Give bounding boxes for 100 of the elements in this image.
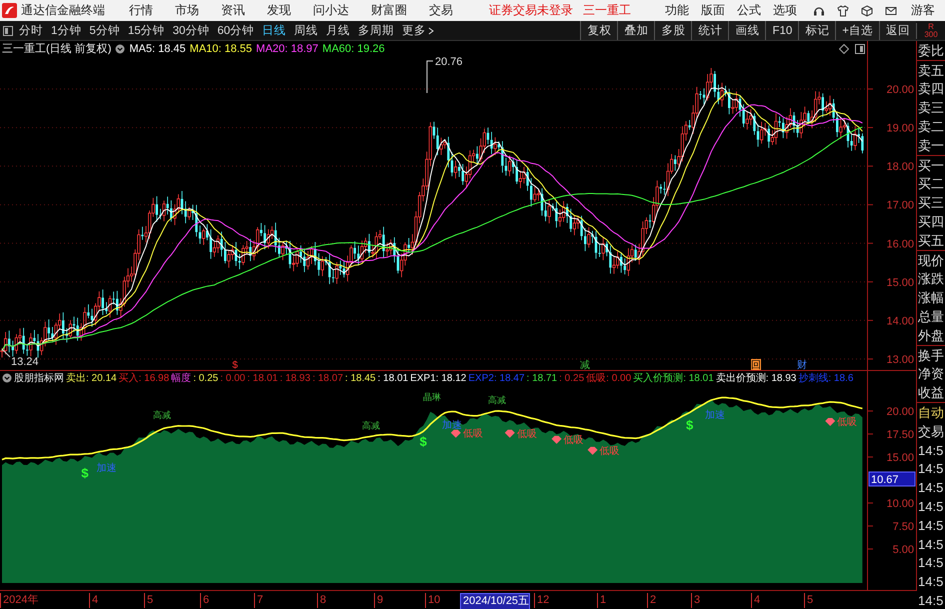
signal-label: 低吸 xyxy=(825,417,858,428)
axis-label: 13.00 xyxy=(886,354,914,366)
trade-time: 14:5 xyxy=(917,573,944,592)
menu-item[interactable]: 功能 xyxy=(665,2,689,19)
ma-value: MA60: 19.26 xyxy=(322,42,385,54)
indicator-value: EXP1: 18.12 xyxy=(410,372,466,384)
indicator-value: : 18.45 xyxy=(345,372,376,384)
panel-icon xyxy=(3,26,13,36)
toolbar-button[interactable]: 返回 xyxy=(879,21,916,40)
date-label: 10 xyxy=(425,593,440,608)
indicator-value: : 18.01 xyxy=(247,372,278,384)
diamond-icon xyxy=(839,44,849,54)
menu-item[interactable]: 发现 xyxy=(267,2,291,19)
trade-time: 14:5 xyxy=(917,498,944,516)
indicator-value: 幅度 xyxy=(171,372,192,385)
date-label: 8 xyxy=(317,593,326,608)
stock-name: 三一重工 xyxy=(583,2,631,19)
menu-item[interactable]: 交易 xyxy=(429,2,453,19)
trade-label: 交易 xyxy=(917,422,945,441)
indicator-value: : 0.25 xyxy=(193,372,218,384)
toolbar-button[interactable]: F10 xyxy=(765,21,798,40)
indicator-value: 买入: 16.98 xyxy=(118,372,170,385)
signal-label: 高减 xyxy=(362,420,380,430)
trade-time: 14:5 xyxy=(917,442,944,460)
indicator-value: : 18.71 xyxy=(526,372,558,384)
date-label: 4 xyxy=(751,593,760,608)
quote-label: 净资 xyxy=(917,365,945,384)
indicator-value: EXP2: 18.47 xyxy=(468,372,525,384)
signal-label: 低吸 xyxy=(504,428,537,440)
menu-item[interactable]: 行情 xyxy=(129,2,153,19)
quote-label: 卖一 xyxy=(917,136,945,156)
menu-item[interactable]: 公式 xyxy=(737,2,761,19)
trade-time: 14:5 xyxy=(917,536,944,554)
toolbar-button[interactable]: 叠加 xyxy=(617,21,654,40)
period-tab[interactable]: 1分钟 xyxy=(51,23,82,38)
user-name[interactable]: 游客 xyxy=(911,2,935,19)
signal-label: 加速 xyxy=(704,410,725,421)
toolbar-button[interactable]: 标记 xyxy=(798,21,836,40)
period-tab[interactable]: 多周期 xyxy=(358,23,394,38)
quote-label: 涨幅 xyxy=(917,289,945,308)
toolbar-button[interactable]: 画线 xyxy=(728,21,766,40)
indicator-value: : 18.07 xyxy=(312,372,344,384)
signal-label: $ xyxy=(420,434,427,450)
quote-label: 涨跌 xyxy=(917,270,945,288)
signal-label: 加速 xyxy=(96,462,116,474)
axis-label: 15.00 xyxy=(886,276,914,289)
indicator-value: 抄刺线: 18.6 xyxy=(798,372,854,385)
axis-label: 17.00 xyxy=(886,200,914,212)
event-marker: 财 xyxy=(797,360,807,370)
period-tab[interactable]: 更多 xyxy=(402,23,434,38)
menu-item[interactable]: 版面 xyxy=(701,2,725,19)
period-tab[interactable]: 周线 xyxy=(294,23,318,38)
date-label: 1 xyxy=(597,593,606,608)
axis-label: 10.00 xyxy=(886,498,914,510)
date-label: 3 xyxy=(691,593,700,608)
event-marker: 回 xyxy=(751,359,761,370)
period-tab[interactable]: 15分钟 xyxy=(128,23,165,38)
period-tab[interactable]: 分时 xyxy=(19,23,43,38)
period-tab[interactable]: 60分钟 xyxy=(217,23,254,38)
menu-item[interactable]: 选项 xyxy=(773,2,797,19)
signal-label: 低吸 xyxy=(450,428,483,440)
low-price-label: 13.24 xyxy=(2,348,39,368)
signal-label: 低吸 xyxy=(588,446,620,457)
toolbar-button[interactable]: 统计 xyxy=(691,21,728,40)
toolbar-button[interactable]: 多股 xyxy=(654,21,692,40)
ma-value: MA20: 18.97 xyxy=(256,42,318,54)
signal-label: 低吸 xyxy=(552,434,584,446)
cursor-value-label: 10.67 xyxy=(868,472,916,486)
period-tab[interactable]: 日线 xyxy=(262,23,286,38)
signal-label: 高减 xyxy=(488,394,506,405)
trade-time: 14:5 xyxy=(917,460,944,478)
trade-time: 14:5 xyxy=(917,516,944,535)
quote-label: 总量 xyxy=(917,308,945,326)
shirt-icon xyxy=(837,4,849,16)
chevron-icon xyxy=(428,26,434,34)
menu-item[interactable]: 财富圈 xyxy=(371,2,407,19)
toolbar-button[interactable]: 复权 xyxy=(580,21,618,40)
trade-time: 14:5 xyxy=(917,479,944,498)
menu-item[interactable]: 资讯 xyxy=(221,2,245,19)
axis-label: 20.00 xyxy=(886,84,914,96)
period-tab[interactable]: 5分钟 xyxy=(89,23,120,38)
menu-item[interactable]: 问小达 xyxy=(313,2,349,19)
axis-label: 19.00 xyxy=(886,122,914,135)
auto-label[interactable]: 自动 xyxy=(917,403,945,422)
period-tab[interactable]: 30分钟 xyxy=(172,23,210,38)
mail-icon xyxy=(885,4,897,16)
axis-label: 7.50 xyxy=(892,521,914,533)
menu-item[interactable]: 市场 xyxy=(175,2,199,19)
toolbar-button[interactable]: +自选 xyxy=(835,21,879,40)
signal-label: 晶琳 xyxy=(423,392,442,402)
quote-label: 委比 xyxy=(917,41,945,61)
axis-label: 5.00 xyxy=(892,544,914,556)
period-tab[interactable]: 月线 xyxy=(326,23,350,38)
quote-label: 买一 xyxy=(917,156,945,175)
axis-label: 15.00 xyxy=(886,452,914,464)
date-label: 6 xyxy=(200,593,210,608)
date-label: 2 xyxy=(647,593,656,608)
app-title: 通达信金融终端 xyxy=(21,2,105,19)
signal-label: $ xyxy=(81,466,88,481)
panel-icon xyxy=(855,44,865,54)
